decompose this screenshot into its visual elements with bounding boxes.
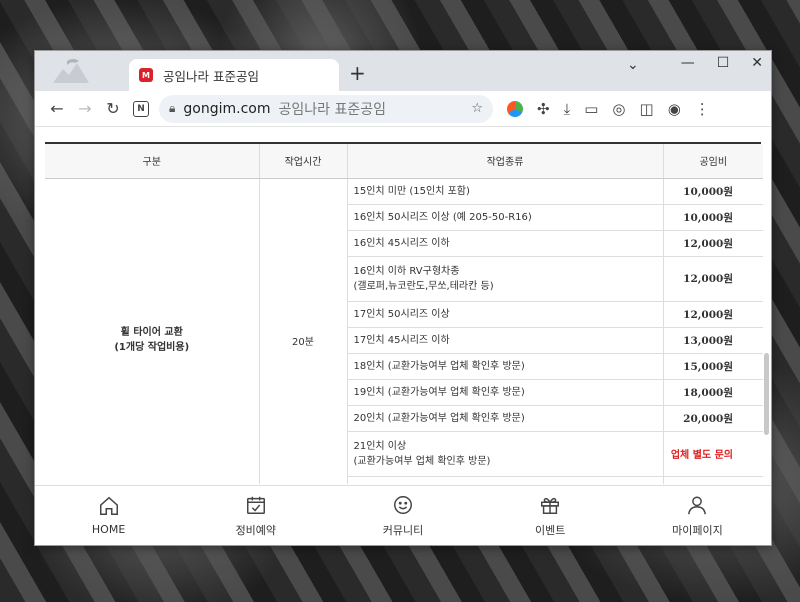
work-cell: 18인치 (교환가능여부 업체 확인후 방문) <box>347 353 664 380</box>
forward-icon[interactable]: → <box>71 99 99 118</box>
work-cell <box>347 476 664 484</box>
theme-decoration-icon <box>53 59 89 83</box>
header-work-type: 작업종류 <box>347 144 664 179</box>
lock-icon: 🔒︎ <box>169 101 176 115</box>
nav-home[interactable]: HOME <box>35 486 182 545</box>
header-time: 작업시간 <box>259 144 348 179</box>
site-favicon-icon: M <box>139 68 153 82</box>
toolbar-actions: ✣ ⤓ ▭ ◎ ◫ ◉ ⋮ <box>507 100 710 118</box>
nav-mypage[interactable]: 마이페이지 <box>624 486 771 545</box>
new-tab-button[interactable]: + <box>349 61 366 85</box>
record-icon[interactable]: ▭ <box>584 100 598 118</box>
back-icon[interactable]: ← <box>43 99 71 118</box>
browser-toolbar: ← → ↻ N 🔒︎ gongim.com 공임나라 표준공임 ☆ ✣ ⤓ ▭ … <box>35 91 771 127</box>
calendar-icon <box>246 496 265 514</box>
section-top-border <box>45 128 761 144</box>
home-icon <box>99 496 118 515</box>
user-icon <box>688 495 707 514</box>
nav-reservation-label: 정비예약 <box>235 523 277 537</box>
price-cell: 12,000원 <box>663 230 763 257</box>
work-cell: 17인치 50시리즈 이상 <box>347 301 664 328</box>
category-title: 휠 타이어 교환 <box>120 327 183 338</box>
bookmark-icon[interactable]: ☆ <box>471 101 483 116</box>
work-cell: 19인치 (교환가능여부 업체 확인후 방문) <box>347 379 664 406</box>
work-cell: 16인치 45시리즈 이하 <box>347 230 664 257</box>
labor-cost-table: 구분 작업시간 작업종류 공임비 휠 타이어 교환 (1개당 작업비용) 20분… <box>45 144 763 484</box>
page-title-hint: 공임나라 표준공임 <box>278 101 386 118</box>
url-text: gongim.com <box>183 100 271 117</box>
price-cell: 15,000원 <box>663 353 763 380</box>
maximize-icon[interactable]: ☐ <box>717 55 730 71</box>
work-line-1: 16인치 이하 RV구형차종 <box>353 265 460 277</box>
work-line-1: 21인치 이상 <box>353 440 407 452</box>
nav-community-label: 커뮤니티 <box>382 523 424 537</box>
address-bar[interactable]: 🔒︎ gongim.com 공임나라 표준공임 ☆ <box>159 94 493 123</box>
price-cell: 20,000원 <box>663 405 763 432</box>
nav-mypage-label: 마이페이지 <box>672 523 723 537</box>
price-cell: 13,000원 <box>663 327 763 354</box>
nav-event-label: 이벤트 <box>535 523 566 537</box>
time-cell: 20분 <box>259 178 348 484</box>
nav-home-label: HOME <box>91 523 126 536</box>
page-scrollbar[interactable] <box>764 353 769 435</box>
category-note: (1개당 작업비용) <box>114 342 190 353</box>
browser-window: M 공임나라 표준공임 + ⌄ — ☐ ✕ ← → ↻ N 🔒︎ gongim.… <box>34 50 772 546</box>
window-controls: — ☐ ✕ <box>681 55 763 71</box>
menu-icon[interactable]: ⋮ <box>695 100 710 118</box>
nav-community[interactable]: 커뮤니티 <box>329 486 476 545</box>
nav-reservation[interactable]: 정비예약 <box>182 486 329 545</box>
tab-bar: M 공임나라 표준공임 + ⌄ — ☐ ✕ <box>35 51 771 91</box>
smile-icon <box>394 495 412 514</box>
work-cell: 15인치 미만 (15인치 포함) <box>347 178 664 205</box>
bottom-navigation: HOME 정비예약 커뮤니티 이벤트 마이페이지 <box>35 485 771 545</box>
work-cell: 21인치 이상 (교환가능여부 업체 확인후 방문) <box>347 431 664 477</box>
table-header-row: 구분 작업시간 작업종류 공임비 <box>45 144 763 179</box>
nav-event[interactable]: 이벤트 <box>477 486 624 545</box>
close-icon[interactable]: ✕ <box>751 55 763 71</box>
google-extension-icon[interactable] <box>507 100 523 117</box>
price-cell: 12,000원 <box>663 301 763 328</box>
puzzle-extensions-icon[interactable]: ✣ <box>537 100 550 118</box>
page-content: 구분 작업시간 작업종류 공임비 휠 타이어 교환 (1개당 작업비용) 20분… <box>35 128 771 484</box>
price-cell: 12,000원 <box>663 256 763 302</box>
extension-n-icon[interactable]: N <box>133 100 149 117</box>
header-price: 공임비 <box>663 144 763 179</box>
header-category: 구분 <box>45 144 260 179</box>
reload-icon[interactable]: ↻ <box>99 99 127 118</box>
table-row: 휠 타이어 교환 (1개당 작업비용) 20분 15인치 미만 (15인치 포함… <box>45 178 763 484</box>
active-tab[interactable]: M 공임나라 표준공임 <box>129 59 339 91</box>
work-line-2: (교환가능여부 업체 확인후 방문) <box>353 455 491 467</box>
split-view-icon[interactable]: ◫ <box>640 100 654 118</box>
tab-title: 공임나라 표준공임 <box>163 68 259 84</box>
profile-icon[interactable]: ◉ <box>668 100 681 118</box>
price-cell: 18,000원 <box>663 379 763 406</box>
screenshot-icon[interactable]: ◎ <box>612 100 625 118</box>
work-cell: 17인치 45시리즈 이하 <box>347 327 664 354</box>
work-line-2: (갤로퍼,뉴코란도,무쏘,테라칸 등) <box>353 280 494 292</box>
work-cell: 20인치 (교환가능여부 업체 확인후 방문) <box>347 405 664 432</box>
price-cell-inquiry: 업체 별도 문의 <box>663 431 763 477</box>
work-cell: 16인치 이하 RV구형차종 (갤로퍼,뉴코란도,무쏘,테라칸 등) <box>347 256 664 302</box>
work-cell: 16인치 50시리즈 이상 (예 205-50-R16) <box>347 204 664 231</box>
price-cell: 10,000원 <box>663 178 763 205</box>
minimize-icon[interactable]: — <box>681 55 695 71</box>
gift-icon <box>541 497 560 514</box>
price-cell <box>663 476 763 484</box>
price-cell: 10,000원 <box>663 204 763 231</box>
tab-search-chevron-icon[interactable]: ⌄ <box>627 57 639 73</box>
category-cell: 휠 타이어 교환 (1개당 작업비용) <box>45 178 260 484</box>
download-icon[interactable]: ⤓ <box>564 100 571 118</box>
